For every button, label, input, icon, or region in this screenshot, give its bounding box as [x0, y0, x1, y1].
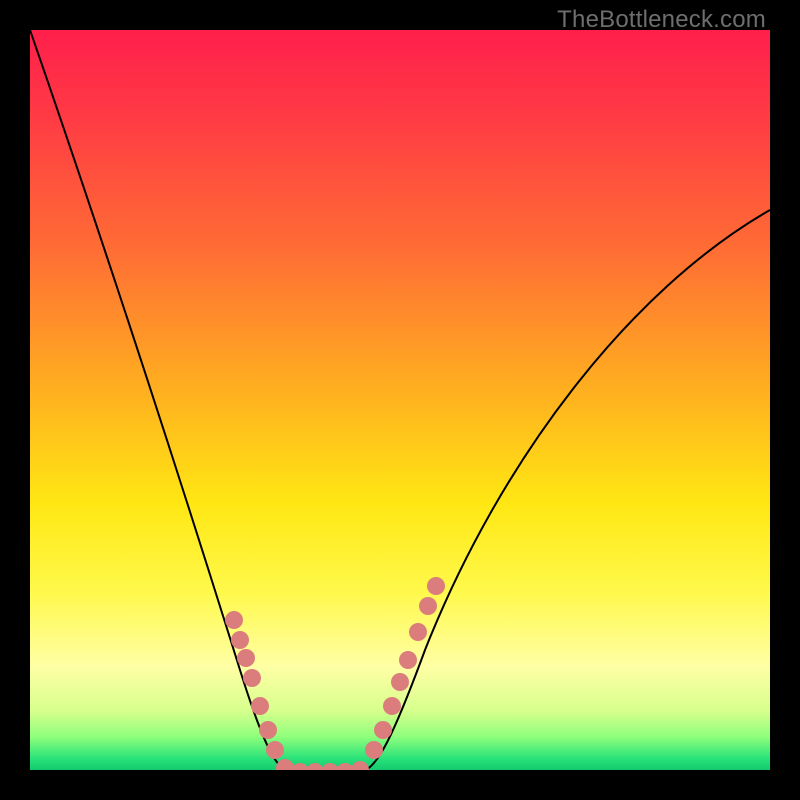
- data-marker: [321, 763, 339, 770]
- data-marker: [427, 577, 445, 595]
- data-marker: [419, 597, 437, 615]
- data-marker: [383, 697, 401, 715]
- data-marker: [409, 623, 427, 641]
- data-marker: [351, 761, 369, 770]
- data-marker: [237, 649, 255, 667]
- data-marker: [259, 721, 277, 739]
- chart-frame: TheBottleneck.com: [0, 0, 800, 800]
- data-marker: [251, 697, 269, 715]
- curve-right-curve: [325, 210, 770, 770]
- marker-group: [225, 577, 445, 770]
- data-marker: [365, 741, 383, 759]
- data-marker: [231, 631, 249, 649]
- data-marker: [276, 759, 294, 770]
- data-marker: [266, 741, 284, 759]
- plot-area: [30, 30, 770, 770]
- data-marker: [399, 651, 417, 669]
- curve-left-curve: [30, 30, 325, 770]
- data-marker: [291, 763, 309, 770]
- data-marker: [225, 611, 243, 629]
- data-marker: [391, 673, 409, 691]
- data-marker: [374, 721, 392, 739]
- curves-layer: [30, 30, 770, 770]
- data-marker: [306, 763, 324, 770]
- data-marker: [243, 669, 261, 687]
- watermark-label: TheBottleneck.com: [557, 6, 766, 34]
